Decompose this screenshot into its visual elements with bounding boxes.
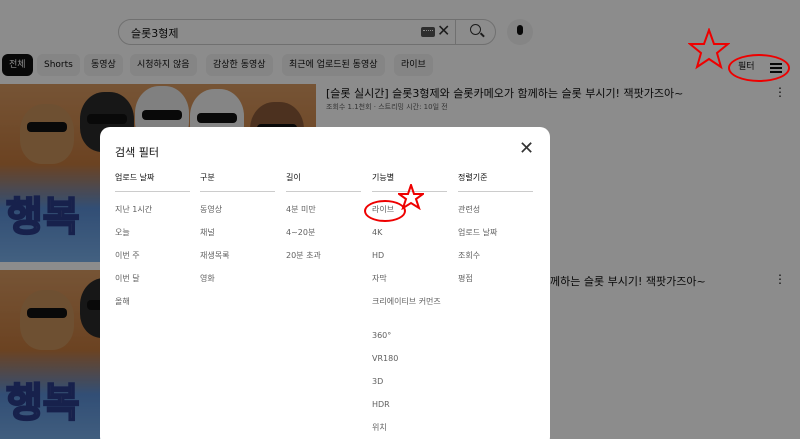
filter-option[interactable]: 업로드 날짜 xyxy=(458,227,533,238)
filter-option[interactable]: 영화 xyxy=(200,273,275,284)
filter-option[interactable]: 360° xyxy=(372,330,447,341)
filter-option[interactable]: 크리에이티브 커먼즈 xyxy=(372,296,447,318)
column-sort-by: 정렬기준 관련성 업로드 날짜 조회수 평점 xyxy=(458,172,533,284)
filter-option[interactable]: VR180 xyxy=(372,353,447,364)
filter-option[interactable]: 4K xyxy=(372,227,447,238)
filter-option[interactable]: 관련성 xyxy=(458,204,533,215)
filter-option[interactable]: 조회수 xyxy=(458,250,533,261)
annotation-circle-live xyxy=(364,200,406,222)
column-duration: 길이 4분 미만 4~20분 20분 초과 xyxy=(286,172,361,261)
filter-option[interactable]: 오늘 xyxy=(115,227,190,238)
column-upload-date: 업로드 날짜 지난 1시간 오늘 이번 주 이번 달 올해 xyxy=(115,172,190,307)
column-type: 구분 동영상 채널 재생목록 영화 xyxy=(200,172,275,284)
filter-option[interactable]: 4~20분 xyxy=(286,227,361,238)
filter-option[interactable]: 채널 xyxy=(200,227,275,238)
filter-option[interactable]: HD xyxy=(372,250,447,261)
annotation-star-icon xyxy=(688,28,730,70)
filter-option[interactable]: 올해 xyxy=(115,296,190,307)
filter-option[interactable]: 자막 xyxy=(372,273,447,284)
column-header: 길이 xyxy=(286,172,361,192)
filter-option[interactable]: 재생목록 xyxy=(200,250,275,261)
column-header: 구분 xyxy=(200,172,275,192)
filter-option[interactable]: 3D xyxy=(372,376,447,387)
filter-option[interactable]: HDR xyxy=(372,399,447,410)
filter-option[interactable]: 평점 xyxy=(458,273,533,284)
close-icon[interactable]: ✕ xyxy=(519,140,534,158)
filter-option[interactable]: 이번 달 xyxy=(115,273,190,284)
column-header: 업로드 날짜 xyxy=(115,172,190,192)
column-header: 정렬기준 xyxy=(458,172,533,192)
dialog-title: 검색 필터 xyxy=(115,146,159,159)
filter-option[interactable]: 동영상 xyxy=(200,204,275,215)
filter-option[interactable]: 이번 주 xyxy=(115,250,190,261)
filter-option[interactable]: 20분 초과 xyxy=(286,250,361,261)
filter-option[interactable]: 지난 1시간 xyxy=(115,204,190,215)
search-filter-dialog: 검색 필터 ✕ 업로드 날짜 지난 1시간 오늘 이번 주 이번 달 올해 구분… xyxy=(100,127,550,439)
filter-option[interactable]: 4분 미만 xyxy=(286,204,361,215)
filter-option[interactable]: 위치 xyxy=(372,422,447,433)
annotation-circle-filter xyxy=(728,54,790,82)
